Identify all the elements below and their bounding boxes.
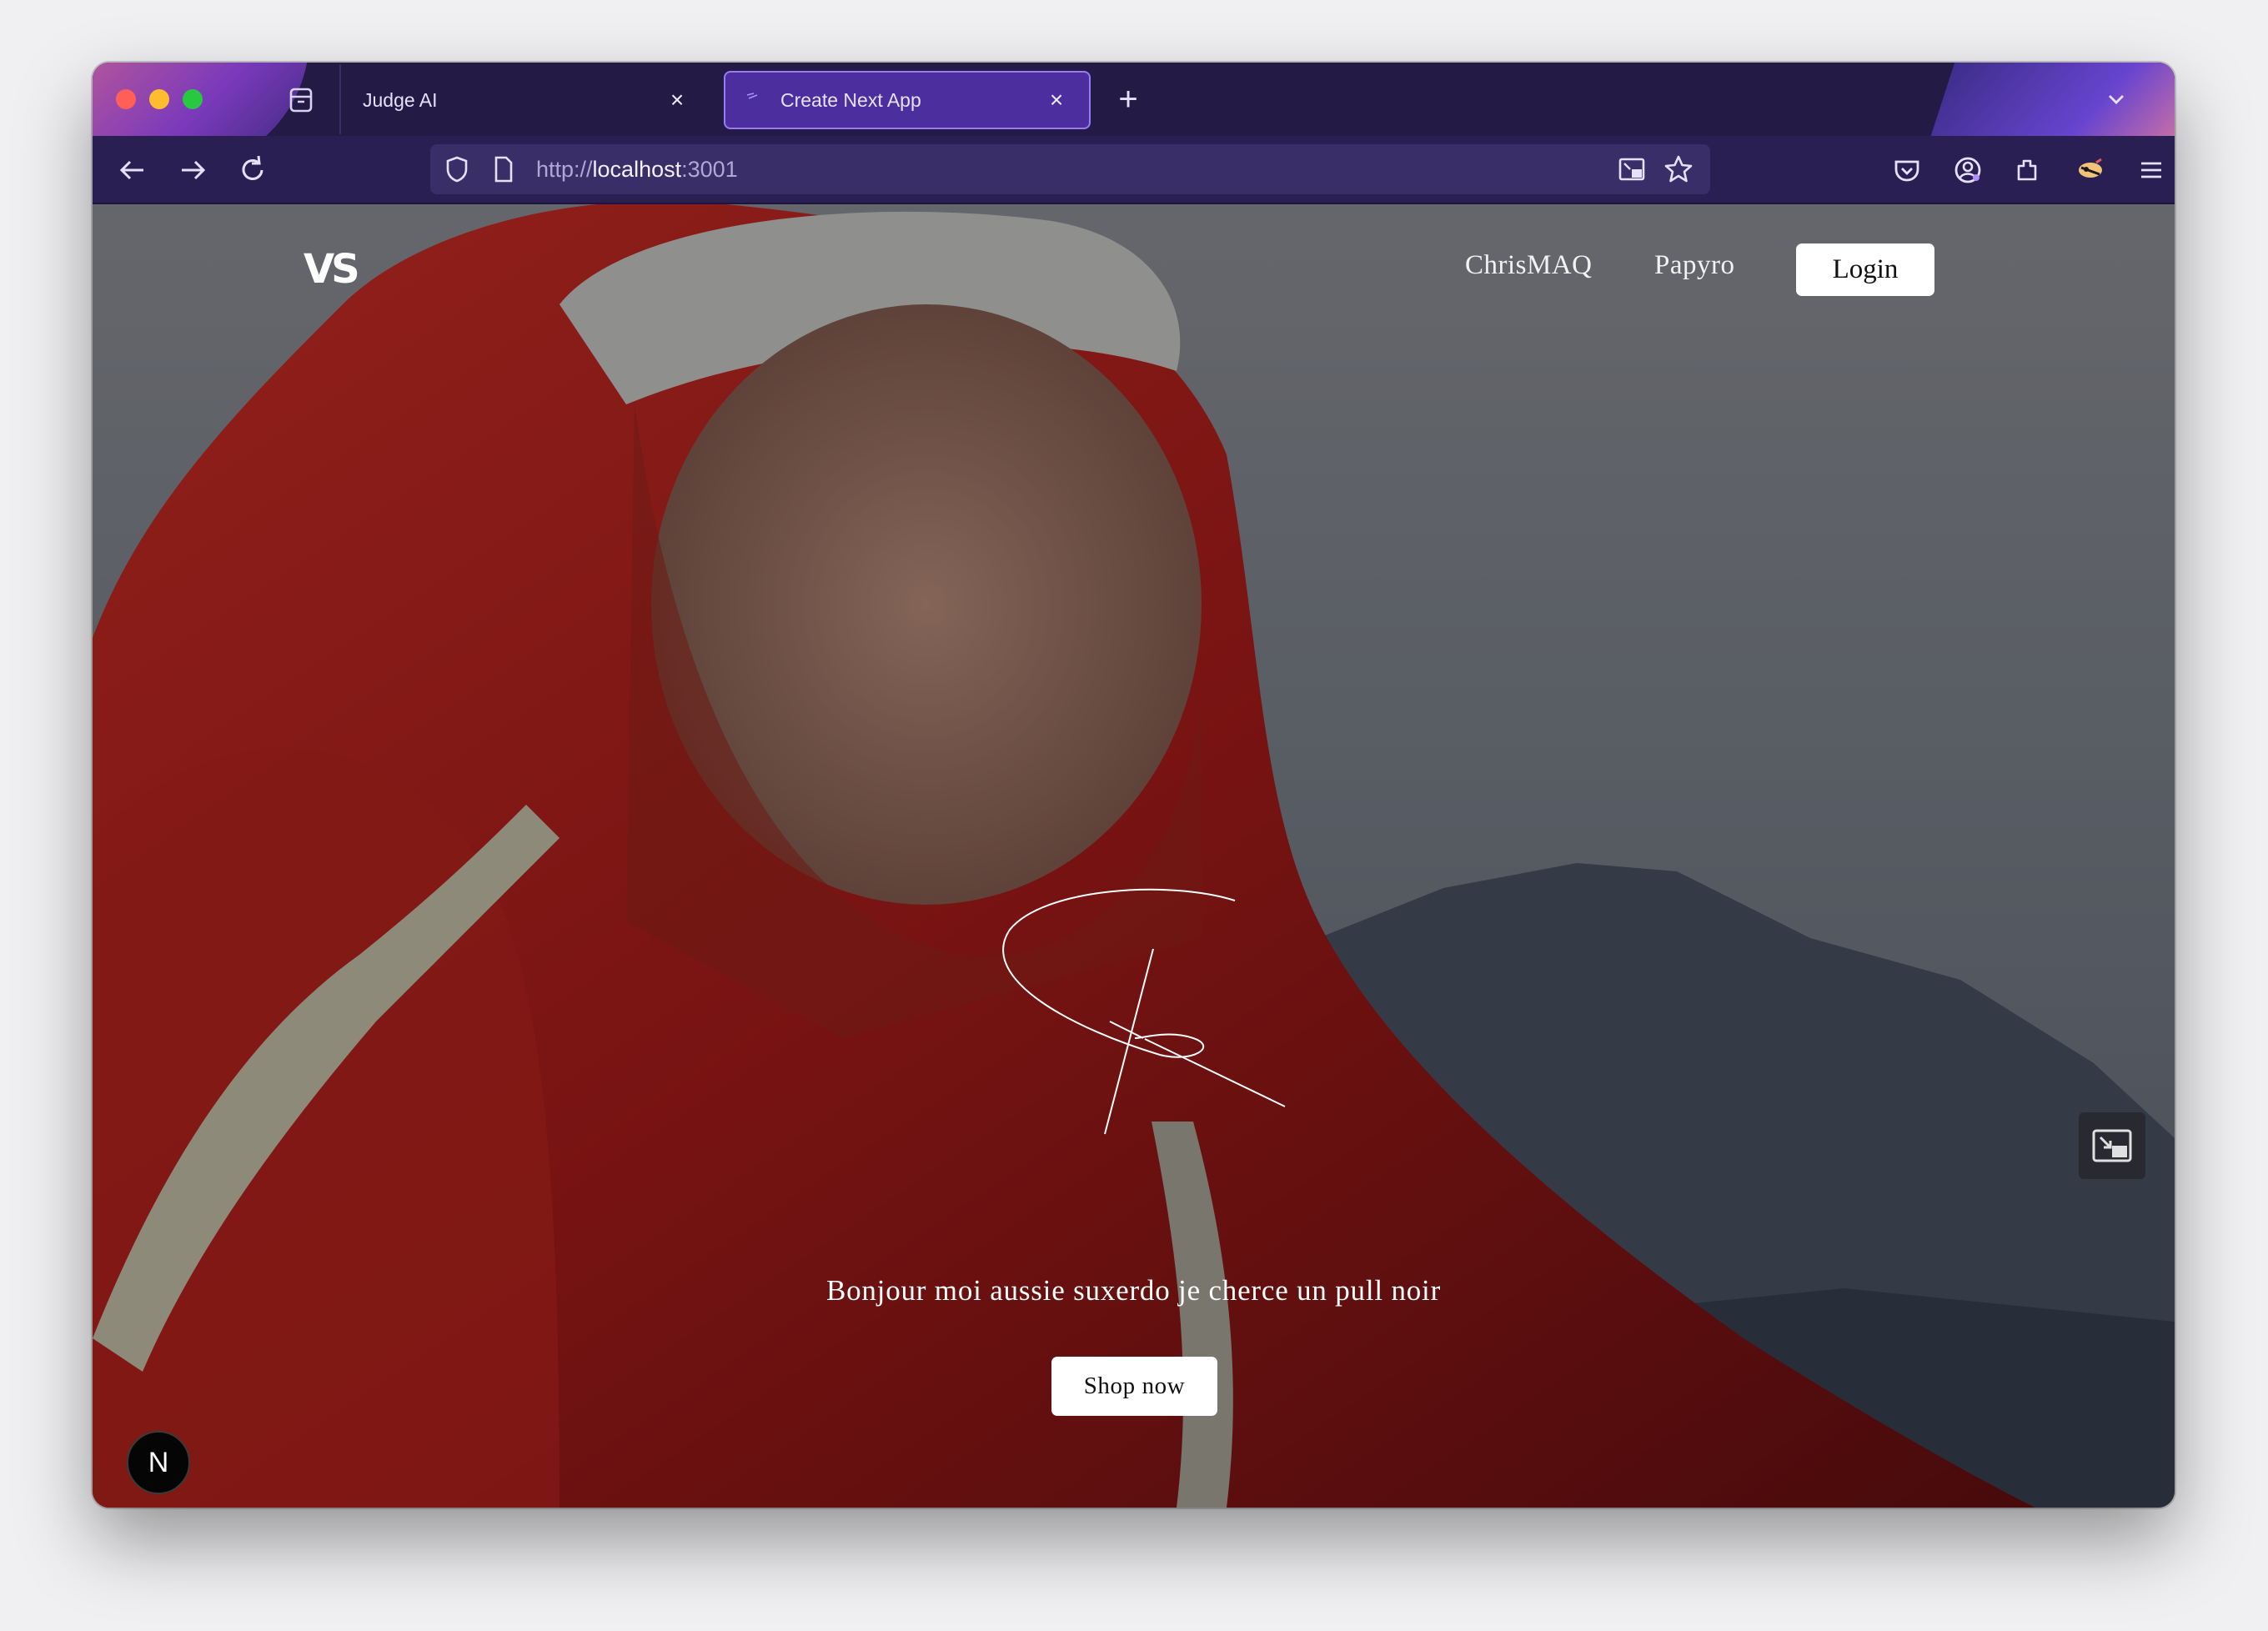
nav-link-papyro[interactable]: Papyro bbox=[1654, 250, 1735, 281]
picture-in-picture-icon[interactable] bbox=[1615, 153, 1648, 186]
url-host: localhost bbox=[592, 157, 682, 182]
url-port: :3001 bbox=[681, 157, 738, 182]
url-bar[interactable]: http://localhost:3001 bbox=[430, 144, 1710, 194]
tab-create-next-app[interactable]: Create Next App × bbox=[724, 71, 1091, 129]
account-icon[interactable] bbox=[1949, 151, 1987, 189]
hero-headline: Bonjour moi aussie suxerdo je cherce un … bbox=[825, 1274, 1442, 1307]
tab-strip: Judge AI × Create Next App × + bbox=[93, 63, 2175, 136]
chevron-down-icon[interactable] bbox=[2100, 83, 2133, 116]
arrow-right-icon[interactable] bbox=[173, 151, 212, 189]
archive-icon[interactable] bbox=[286, 86, 316, 114]
browser-window: Judge AI × Create Next App × + http://lo… bbox=[93, 63, 2175, 1508]
tab-judge-ai[interactable]: Judge AI × bbox=[343, 71, 710, 129]
site-logo[interactable]: VS bbox=[304, 246, 360, 293]
close-icon[interactable]: × bbox=[1044, 87, 1069, 113]
tab-label: Judge AI bbox=[363, 88, 438, 111]
shield-icon[interactable] bbox=[440, 153, 474, 186]
minimize-window-button[interactable] bbox=[149, 89, 169, 109]
arrow-left-icon[interactable] bbox=[113, 151, 152, 189]
nav-link-chrismaq[interactable]: ChrisMAQ bbox=[1465, 250, 1593, 281]
tab-label: Create Next App bbox=[780, 88, 921, 111]
page-icon[interactable] bbox=[486, 153, 519, 186]
zoom-window-button[interactable] bbox=[183, 89, 203, 109]
theme-decoration bbox=[1922, 63, 2175, 136]
page-viewport: VS ChrisMAQ Papyro Login Bonjour moi aus… bbox=[93, 204, 2175, 1508]
hamburger-icon[interactable] bbox=[2132, 151, 2170, 189]
pocket-icon[interactable] bbox=[1888, 151, 1926, 189]
close-window-button[interactable] bbox=[116, 89, 136, 109]
picture-in-picture-icon[interactable] bbox=[2079, 1112, 2145, 1179]
navigation-toolbar: http://localhost:3001 bbox=[93, 136, 2175, 204]
url-scheme: http:// bbox=[536, 157, 593, 182]
login-button[interactable]: Login bbox=[1796, 243, 1934, 296]
close-icon[interactable]: × bbox=[665, 87, 690, 113]
signature-drawing bbox=[1002, 888, 1286, 1135]
nextjs-dev-indicator[interactable]: N bbox=[127, 1431, 190, 1494]
extension-icon[interactable] bbox=[2071, 151, 2110, 189]
url-text[interactable]: http://localhost:3001 bbox=[536, 144, 738, 194]
star-icon[interactable] bbox=[1662, 153, 1695, 186]
favicon-icon bbox=[745, 92, 767, 108]
tab-divider bbox=[339, 64, 341, 134]
shop-now-button[interactable]: Shop now bbox=[1051, 1357, 1217, 1416]
reload-icon[interactable] bbox=[233, 151, 272, 189]
puzzle-icon[interactable] bbox=[2009, 151, 2047, 189]
plus-icon[interactable]: + bbox=[1110, 81, 1147, 118]
